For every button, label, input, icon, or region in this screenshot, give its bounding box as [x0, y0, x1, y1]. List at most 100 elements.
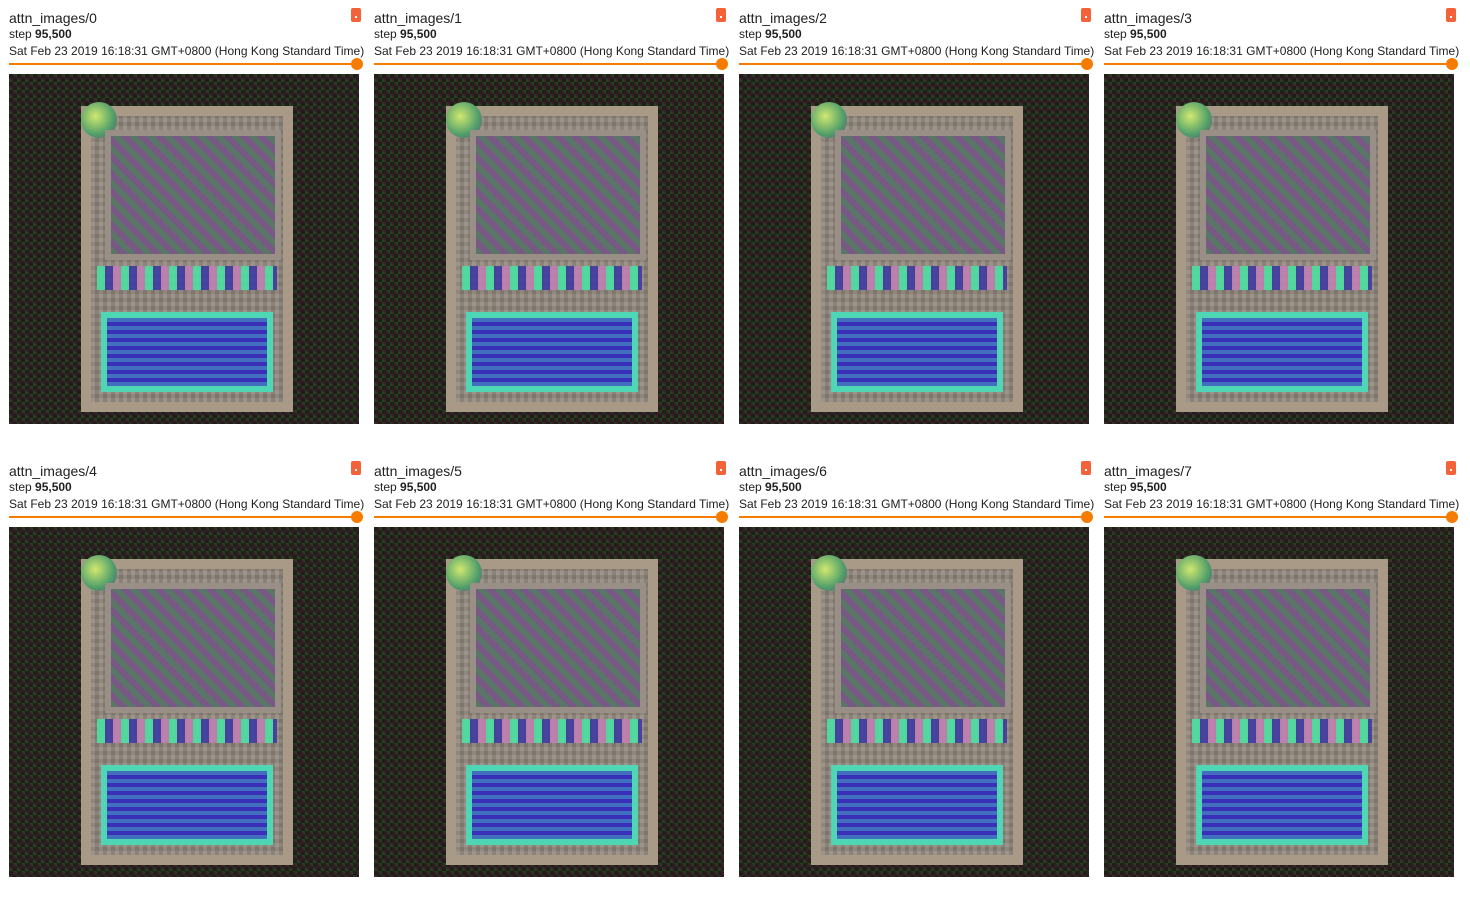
attention-image	[1104, 74, 1454, 424]
art-window	[1200, 130, 1376, 260]
slider-fill	[739, 516, 1087, 518]
step-label: step	[739, 480, 762, 494]
slider-thumb[interactable]	[1081, 58, 1093, 70]
step-readout: step 95,500	[9, 27, 72, 41]
card-title: attn_images/2	[739, 10, 827, 26]
step-readout: step 95,500	[9, 480, 72, 494]
expand-icon[interactable]	[351, 461, 361, 475]
attention-image	[1104, 527, 1454, 877]
slider-fill	[9, 63, 357, 65]
name-banner	[97, 719, 277, 743]
image-card: attn_images/6 step 95,500 Sat Feb 23 201…	[739, 456, 1097, 896]
card-artwork	[81, 555, 293, 865]
text-box	[466, 312, 638, 392]
image-card: attn_images/1 step 95,500 Sat Feb 23 201…	[374, 3, 732, 443]
step-label: step	[9, 27, 32, 41]
step-slider[interactable]	[739, 509, 1097, 525]
slider-fill	[374, 516, 722, 518]
slider-thumb[interactable]	[351, 511, 363, 523]
name-banner	[462, 266, 642, 290]
step-value: 95,500	[765, 480, 802, 494]
step-value: 95,500	[1130, 27, 1167, 41]
text-box	[1196, 312, 1368, 392]
art-window	[470, 130, 646, 260]
slider-fill	[1104, 63, 1452, 65]
art-window	[105, 583, 281, 713]
image-dashboard: attn_images/0 step 95,500 Sat Feb 23 201…	[0, 0, 1470, 904]
slider-fill	[739, 63, 1087, 65]
step-readout: step 95,500	[739, 480, 802, 494]
step-readout: step 95,500	[374, 480, 437, 494]
image-card: attn_images/7 step 95,500 Sat Feb 23 201…	[1104, 456, 1462, 896]
step-readout: step 95,500	[1104, 27, 1167, 41]
slider-thumb[interactable]	[716, 511, 728, 523]
attention-image	[739, 74, 1089, 424]
name-banner	[1192, 719, 1372, 743]
step-value: 95,500	[35, 27, 72, 41]
step-value: 95,500	[35, 480, 72, 494]
attention-image	[9, 527, 359, 877]
attention-image	[9, 74, 359, 424]
step-slider[interactable]	[739, 56, 1097, 72]
slider-fill	[1104, 516, 1452, 518]
step-label: step	[1104, 27, 1127, 41]
slider-thumb[interactable]	[1446, 58, 1458, 70]
slider-thumb[interactable]	[1081, 511, 1093, 523]
name-banner	[827, 719, 1007, 743]
image-card: attn_images/5 step 95,500 Sat Feb 23 201…	[374, 456, 732, 896]
name-banner	[97, 266, 277, 290]
card-artwork	[811, 555, 1023, 865]
name-banner	[827, 266, 1007, 290]
name-banner	[1192, 266, 1372, 290]
step-slider[interactable]	[9, 56, 367, 72]
attention-image	[374, 527, 724, 877]
card-artwork	[1176, 555, 1388, 865]
step-label: step	[9, 480, 32, 494]
expand-icon[interactable]	[716, 8, 726, 22]
step-label: step	[374, 480, 397, 494]
step-label: step	[1104, 480, 1127, 494]
expand-icon[interactable]	[716, 461, 726, 475]
image-card: attn_images/2 step 95,500 Sat Feb 23 201…	[739, 3, 1097, 443]
slider-fill	[9, 516, 357, 518]
step-value: 95,500	[400, 480, 437, 494]
name-banner	[462, 719, 642, 743]
card-artwork	[1176, 102, 1388, 412]
step-label: step	[739, 27, 762, 41]
attention-image	[374, 74, 724, 424]
expand-icon[interactable]	[1446, 461, 1456, 475]
step-value: 95,500	[765, 27, 802, 41]
expand-icon[interactable]	[351, 8, 361, 22]
slider-thumb[interactable]	[1446, 511, 1458, 523]
attention-image	[739, 527, 1089, 877]
step-slider[interactable]	[374, 56, 732, 72]
image-card: attn_images/0 step 95,500 Sat Feb 23 201…	[9, 3, 367, 443]
step-slider[interactable]	[9, 509, 367, 525]
card-artwork	[446, 102, 658, 412]
card-title: attn_images/5	[374, 463, 462, 479]
step-readout: step 95,500	[739, 27, 802, 41]
expand-icon[interactable]	[1446, 8, 1456, 22]
image-card: attn_images/4 step 95,500 Sat Feb 23 201…	[9, 456, 367, 896]
card-title: attn_images/3	[1104, 10, 1192, 26]
step-value: 95,500	[1130, 480, 1167, 494]
art-window	[105, 130, 281, 260]
text-box	[101, 765, 273, 845]
expand-icon[interactable]	[1081, 461, 1091, 475]
step-slider[interactable]	[374, 509, 732, 525]
image-card: attn_images/3 step 95,500 Sat Feb 23 201…	[1104, 3, 1462, 443]
slider-thumb[interactable]	[716, 58, 728, 70]
step-slider[interactable]	[1104, 509, 1462, 525]
card-artwork	[811, 102, 1023, 412]
card-title: attn_images/1	[374, 10, 462, 26]
art-window	[835, 583, 1011, 713]
slider-thumb[interactable]	[351, 58, 363, 70]
art-window	[1200, 583, 1376, 713]
card-title: attn_images/4	[9, 463, 97, 479]
expand-icon[interactable]	[1081, 8, 1091, 22]
art-window	[470, 583, 646, 713]
text-box	[831, 765, 1003, 845]
text-box	[831, 312, 1003, 392]
step-slider[interactable]	[1104, 56, 1462, 72]
card-artwork	[81, 102, 293, 412]
